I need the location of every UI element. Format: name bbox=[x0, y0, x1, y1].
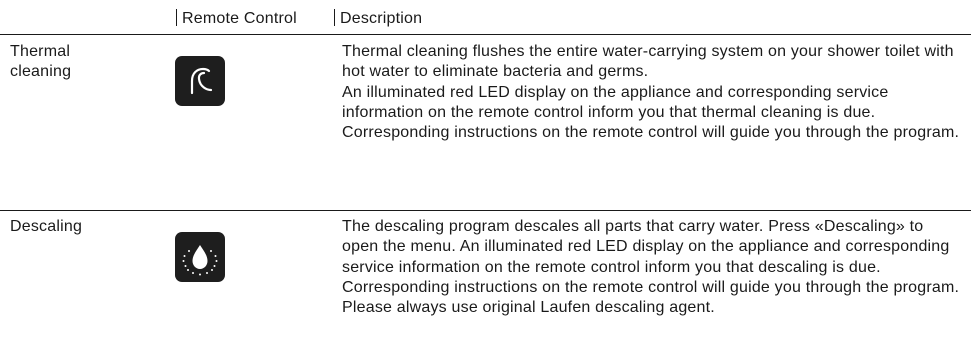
descaling-glyph bbox=[182, 245, 218, 276]
column-header-remote-control: Remote Control bbox=[176, 9, 297, 29]
description-paragraph: Thermal cleaning flushes the entire wate… bbox=[342, 43, 954, 81]
row-divider bbox=[0, 210, 971, 211]
row-description-descaling: The descaling program descales all parts… bbox=[342, 217, 962, 318]
column-header-description: Description bbox=[334, 9, 422, 29]
manual-table: Remote Control Description Thermal clean… bbox=[0, 0, 971, 349]
thermal-cleaning-glyph bbox=[190, 67, 213, 95]
row-title-descaling: Descaling bbox=[10, 218, 83, 235]
row-title-thermal-cleaning: Thermal cleaning bbox=[10, 43, 72, 80]
descaling-icon bbox=[175, 232, 225, 282]
row-description-thermal-cleaning: Thermal cleaning flushes the entire wate… bbox=[342, 42, 962, 143]
column-header-remote-control-label: Remote Control bbox=[182, 10, 297, 27]
column-separator bbox=[176, 9, 177, 26]
header-divider bbox=[0, 34, 971, 35]
description-paragraph: An illuminated red LED display on the ap… bbox=[342, 83, 960, 142]
description-paragraph: The descaling program descales all parts… bbox=[342, 218, 960, 317]
column-separator bbox=[334, 9, 335, 26]
thermal-cleaning-icon bbox=[175, 56, 225, 106]
column-header-description-label: Description bbox=[340, 10, 423, 27]
